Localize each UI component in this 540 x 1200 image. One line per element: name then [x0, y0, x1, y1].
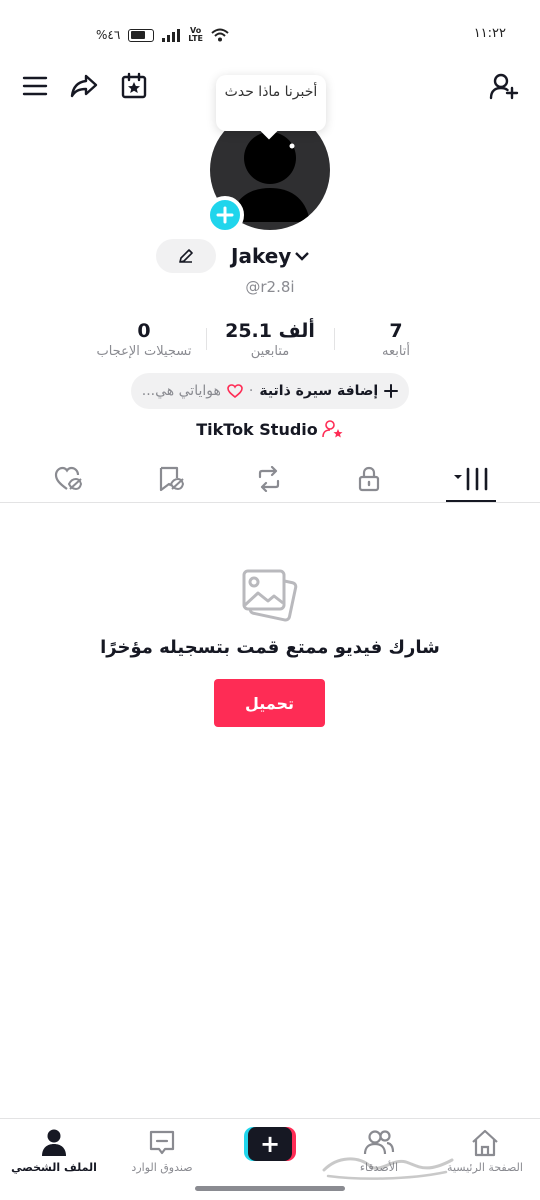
- tooltip-text: أخبرنا ماذا حدث: [224, 84, 318, 100]
- add-friend-icon[interactable]: [484, 66, 524, 106]
- photos-icon: [240, 565, 300, 625]
- user-handle: @r2.8i: [245, 278, 295, 296]
- stat-likes[interactable]: 0 تسجيلات الإعجاب: [86, 318, 202, 360]
- content-tabs: [0, 455, 540, 503]
- saved-icon: [159, 466, 185, 492]
- share-icon[interactable]: [64, 66, 104, 106]
- add-avatar-button[interactable]: [206, 196, 244, 234]
- following-count: 7: [389, 320, 403, 342]
- nav-profile[interactable]: الملف الشخصي: [9, 1127, 99, 1174]
- stat-following[interactable]: 7 أتابعه: [356, 318, 436, 360]
- menu-icon[interactable]: [15, 66, 55, 106]
- signal-icon: [162, 28, 181, 42]
- nav-profile-label: الملف الشخصي: [11, 1161, 97, 1174]
- hobbies-label: هواياتي هي...: [141, 383, 221, 399]
- volte-icon: Vo LTE: [188, 26, 203, 43]
- home-icon: [472, 1129, 498, 1157]
- stat-followers[interactable]: 25.1 ألف متابعين: [220, 318, 320, 360]
- tab-videos[interactable]: [446, 461, 496, 497]
- tab-saved[interactable]: [146, 461, 196, 497]
- battery-icon: [128, 28, 155, 42]
- nav-inbox[interactable]: صندوق الوارد: [117, 1127, 207, 1174]
- tab-liked[interactable]: [44, 461, 94, 497]
- wifi-icon: [211, 28, 229, 42]
- edit-profile-button[interactable]: [156, 239, 216, 273]
- heart-icon: [227, 384, 243, 398]
- followers-label: متابعين: [250, 344, 290, 359]
- status-tooltip[interactable]: أخبرنا ماذا حدث: [216, 75, 326, 131]
- lock-icon: [358, 466, 380, 492]
- add-bio-button[interactable]: إضافة سيرة ذاتية · هواياتي هي...: [131, 373, 409, 409]
- status-time: ١١:٢٢: [473, 26, 506, 41]
- stat-divider: [206, 328, 207, 350]
- profile-icon: [42, 1129, 66, 1156]
- creator-star-icon: [321, 420, 343, 438]
- active-tab-indicator: [446, 500, 496, 502]
- likes-count: 0: [137, 320, 151, 342]
- plus-icon: [384, 384, 399, 398]
- tab-private[interactable]: [344, 461, 394, 497]
- status-bar: %٤٦ Vo LTE ١١:٢٢: [0, 0, 540, 60]
- following-label: أتابعه: [381, 344, 411, 359]
- status-icons: %٤٦ Vo LTE: [96, 27, 229, 43]
- add-bio-label: إضافة سيرة ذاتية: [259, 383, 379, 399]
- profile-stats: 7 أتابعه 25.1 ألف متابعين 0 تسجيلات الإع…: [0, 318, 540, 366]
- nav-inbox-label: صندوق الوارد: [131, 1161, 193, 1174]
- username-switcher[interactable]: Jakey: [231, 244, 310, 268]
- empty-state-message: شارك فيديو ممتع قمت بتسجيله مؤخرًا: [100, 637, 440, 658]
- battery-percent: %٤٦: [96, 28, 121, 42]
- plus-icon: [216, 206, 234, 224]
- inbox-icon: [149, 1130, 175, 1155]
- stat-divider: [334, 328, 335, 350]
- watermark-logo: [322, 1157, 454, 1180]
- calendar-star-icon[interactable]: [114, 66, 154, 106]
- upload-button[interactable]: تحميل: [214, 679, 325, 727]
- chevron-down-icon: [295, 252, 310, 261]
- studio-label: TikTok Studio: [196, 419, 318, 439]
- create-button[interactable]: +: [244, 1127, 296, 1161]
- repost-icon: [258, 466, 280, 492]
- videos-grid-icon: [454, 467, 488, 491]
- create-plus-icon: +: [248, 1127, 292, 1161]
- likes-label: تسجيلات الإعجاب: [96, 344, 192, 359]
- pencil-icon: [179, 249, 193, 263]
- followers-count: 25.1 ألف: [225, 320, 315, 342]
- tab-reposts[interactable]: [244, 461, 294, 497]
- username: Jakey: [231, 244, 292, 268]
- liked-icon: [54, 466, 83, 491]
- home-indicator: [195, 1186, 345, 1191]
- separator-dot: ·: [248, 383, 254, 399]
- tiktok-studio-link[interactable]: TikTok Studio: [0, 419, 540, 439]
